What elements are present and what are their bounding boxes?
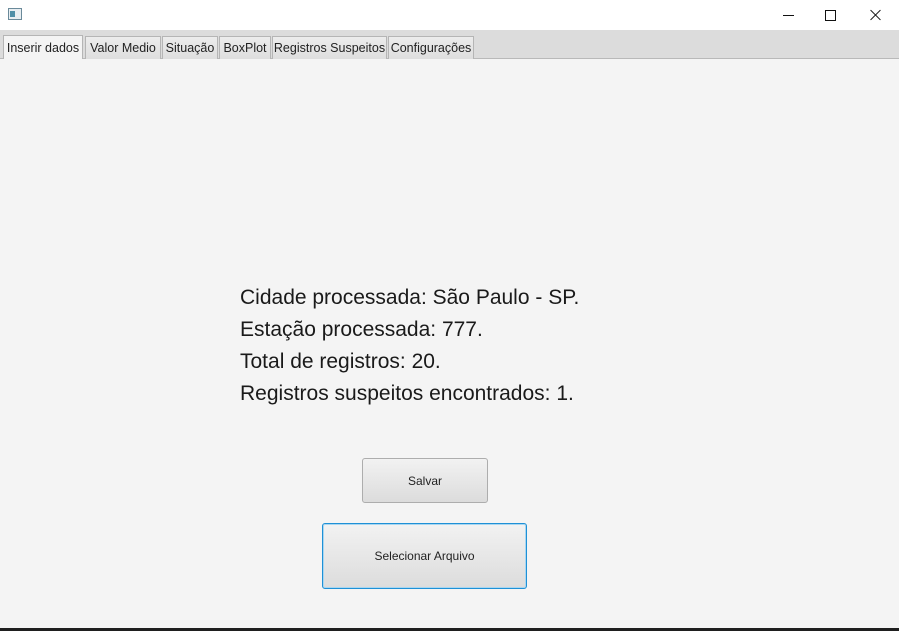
maximize-icon <box>824 9 836 21</box>
select-file-button[interactable]: Selecionar Arquivo <box>322 523 527 589</box>
minimize-icon <box>782 14 794 16</box>
tab-boxplot[interactable]: BoxPlot <box>219 36 271 59</box>
suspicious-records-label: Registros suspeitos encontrados: 1. <box>240 382 574 405</box>
tab-valor-medio[interactable]: Valor Medio <box>85 36 161 59</box>
tab-registros-suspeitos[interactable]: Registros Suspeitos <box>272 36 387 59</box>
save-button[interactable]: Salvar <box>362 458 488 503</box>
processed-city-label: Cidade processada: São Paulo - SP. <box>240 286 580 309</box>
total-records-label: Total de registros: 20. <box>240 350 441 373</box>
select-file-button-label: Selecionar Arquivo <box>374 549 475 563</box>
minimize-button[interactable] <box>765 0 811 30</box>
close-icon <box>870 9 882 21</box>
maximize-button[interactable] <box>807 0 853 30</box>
save-button-label: Salvar <box>407 473 442 488</box>
title-bar <box>0 0 899 30</box>
tab-configuracoes[interactable]: Configurações <box>388 36 474 59</box>
tab-situacao[interactable]: Situação <box>162 36 218 59</box>
processed-station-label: Estação processada: 777. <box>240 318 483 341</box>
tab-bar: Inserir dados Valor Medio Situação BoxPl… <box>0 30 899 59</box>
app-window-icon <box>8 8 22 20</box>
tab-inserir-dados[interactable]: Inserir dados <box>3 35 83 59</box>
close-button[interactable] <box>853 0 899 30</box>
